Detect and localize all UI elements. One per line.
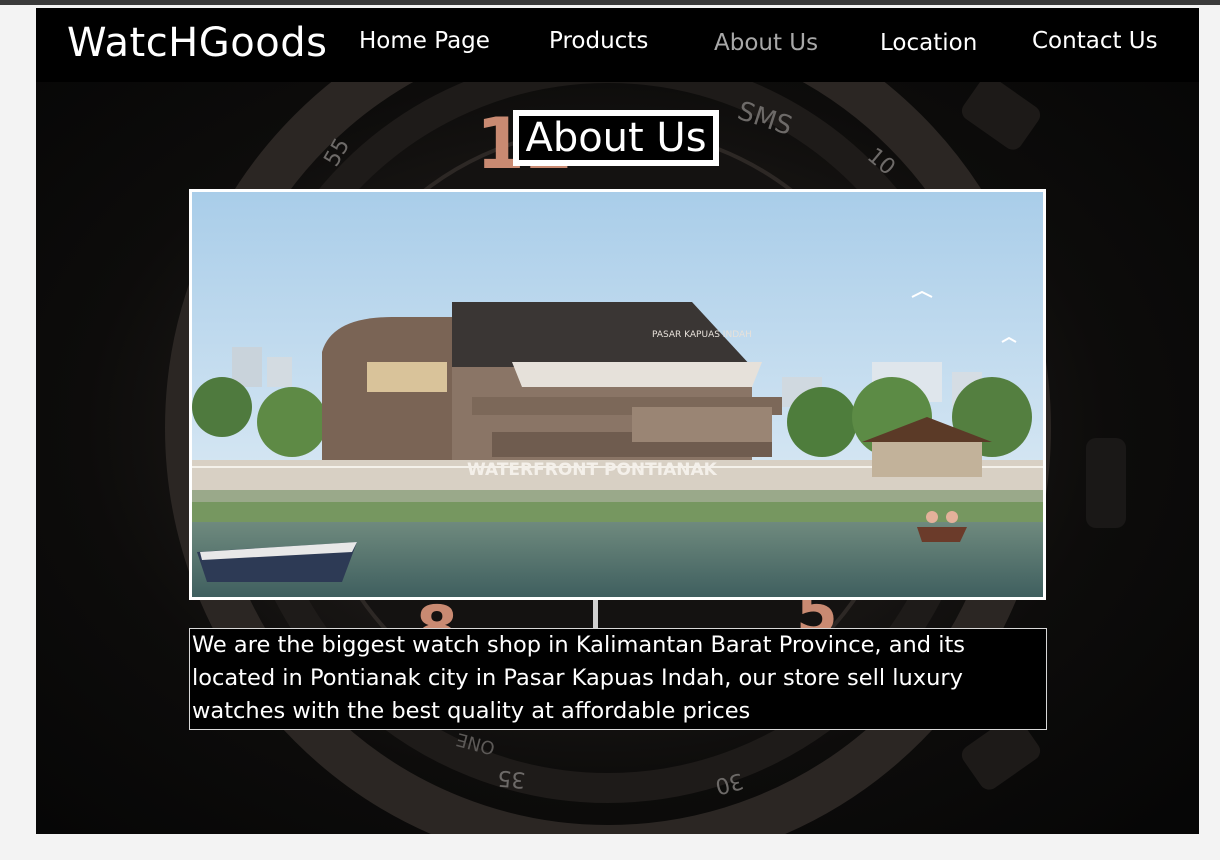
nav-contact-us[interactable]: Contact Us	[1032, 28, 1158, 54]
roof-sign-text: PASAR KAPUAS INDAH	[652, 330, 752, 340]
store-building-photo: PASAR KAPUAS INDAH WATERFRONT PONTIANAK	[189, 189, 1046, 600]
site-logo[interactable]: WatcHGoods	[67, 20, 327, 66]
waterfront-sign-text: WATERFRONT PONTIANAK	[467, 460, 718, 480]
nav-location[interactable]: Location	[880, 30, 977, 56]
nav-about-us[interactable]: About Us	[714, 30, 818, 56]
top-navbar: WatcHGoods Home Page Products About Us L…	[36, 8, 1199, 82]
page-container: 12 8 5 SMS 10 55 35 30 ONE WatcHGoods Ho…	[36, 8, 1199, 834]
nav-home-page[interactable]: Home Page	[359, 28, 490, 54]
top-border-line	[0, 0, 1220, 5]
page-title: About Us	[513, 110, 719, 166]
about-description: We are the biggest watch shop in Kaliman…	[189, 628, 1047, 730]
bezel-text-35: 35	[496, 765, 526, 792]
nav-products[interactable]: Products	[549, 28, 648, 54]
